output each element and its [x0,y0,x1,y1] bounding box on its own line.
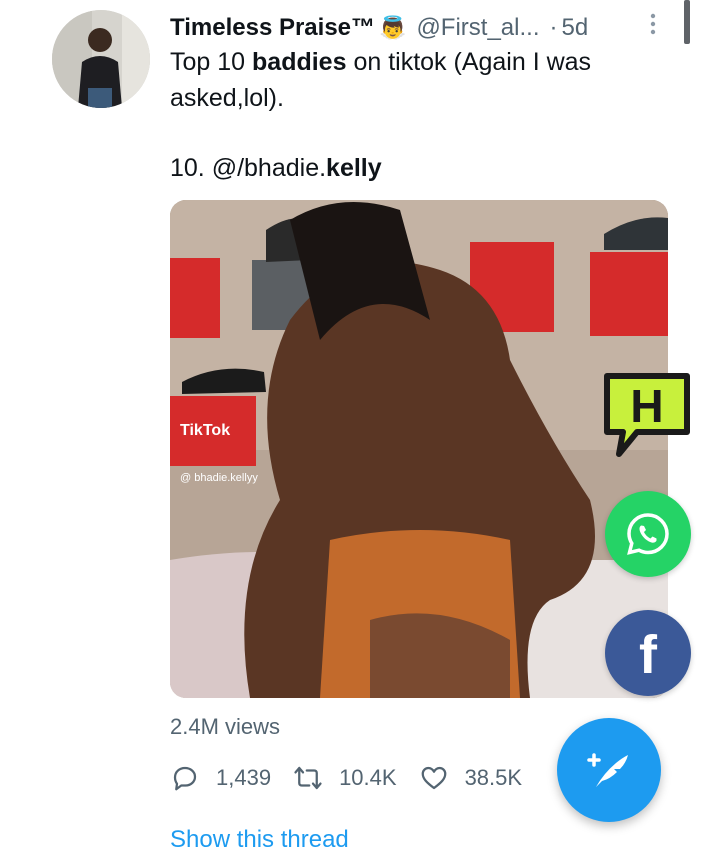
author-avatar[interactable] [52,10,150,108]
whatsapp-share-button[interactable] [605,491,691,577]
tweet-header: Timeless Praise™ 👼 @First_al... · 5d [170,10,670,46]
tiktok-watermark-logo: TikTok [180,422,231,439]
tweet-actions: 1,439 10.4K 38.5K [170,760,522,796]
author-handle[interactable]: @First_al... [416,14,539,42]
retweet-icon [294,766,322,790]
compose-tweet-button[interactable] [557,718,661,822]
compose-tweet-icon [587,753,628,787]
h-app-button[interactable]: H [603,370,691,458]
reply-count: 1,439 [216,765,272,790]
retweet-button[interactable]: 10.4K [293,763,397,793]
scrollbar[interactable] [684,0,690,44]
tweet-text: Top 10 baddies on tiktok (Again I was as… [170,48,592,112]
like-count: 38.5K [464,765,523,790]
h-button-letter: H [630,380,663,432]
whatsapp-icon [627,513,669,555]
list-line-bold: kelly [326,154,382,182]
more-options-icon[interactable] [648,12,658,36]
angel-emoji: 👼 [379,15,407,40]
separator-dot: · [549,14,558,41]
show-thread-link[interactable]: Show this thread [170,826,349,854]
view-count: 2.4M views [170,714,281,739]
tweet-text-bold: baddies [252,48,347,76]
facebook-icon: f [639,625,657,685]
tweet-timestamp[interactable]: 5d [561,14,588,42]
like-button[interactable]: 38.5K [419,763,523,793]
author-name[interactable]: Timeless Praise™ [170,14,375,42]
retweet-count: 10.4K [339,765,397,790]
tweet-video[interactable]: TikTok @ bhadie.kellyy [170,200,668,698]
tweet-list-line: 10. @/bhadie.kelly [170,154,382,182]
reply-icon [173,766,197,791]
heart-icon [421,766,446,790]
reply-button[interactable]: 1,439 [170,763,271,793]
facebook-share-button[interactable]: f [605,610,691,696]
tiktok-watermark-handle: @ bhadie.kellyy [180,472,258,484]
